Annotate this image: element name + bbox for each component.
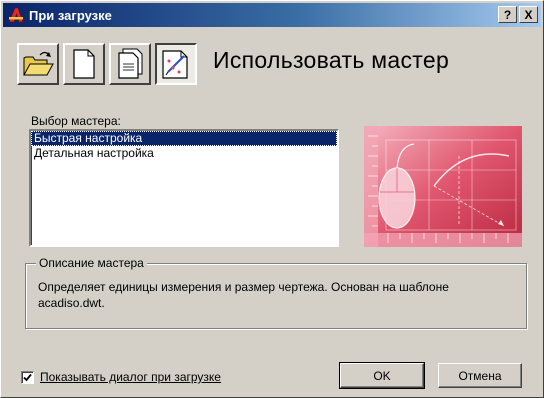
- use-wizard-button[interactable]: [155, 43, 197, 85]
- wizard-preview-image: [364, 126, 522, 247]
- list-item-advanced-setup[interactable]: Детальная настройка: [31, 146, 337, 161]
- window-title: При загрузке: [29, 7, 112, 23]
- wizard-listbox[interactable]: Быстрая настройка Детальная настройка: [29, 129, 339, 247]
- show-dialog-checkbox[interactable]: [21, 370, 34, 384]
- startup-mode-toolbar: [17, 43, 197, 85]
- show-dialog-option[interactable]: Показывать диалог при загрузке: [21, 370, 221, 384]
- list-item-quick-setup[interactable]: Быстрая настройка: [31, 131, 337, 146]
- template-document-icon: [118, 48, 143, 79]
- blank-document-icon: [73, 49, 95, 79]
- close-button[interactable]: X: [519, 6, 538, 23]
- title-bar[interactable]: При загрузке ? X: [3, 3, 541, 27]
- use-template-button[interactable]: [109, 43, 151, 85]
- wizard-description-group: Описание мастера Определяет единицы изме…: [25, 256, 527, 329]
- autocad-app-icon: [8, 7, 24, 23]
- page-title: Использовать мастер: [213, 47, 450, 73]
- startup-dialog: При загрузке ? X Использовать мастер Выб…: [0, 0, 544, 398]
- cancel-button[interactable]: Отмена: [438, 363, 522, 388]
- description-text: Определяет единицы измерения и размер че…: [38, 280, 449, 310]
- wizard-list-label: Выбор мастера:: [31, 114, 121, 128]
- start-from-scratch-button[interactable]: [63, 43, 105, 85]
- open-drawing-button[interactable]: [17, 43, 59, 85]
- open-folder-icon: [23, 51, 54, 76]
- wizard-icon: [162, 50, 188, 79]
- checkmark-icon: [23, 373, 32, 381]
- help-button[interactable]: ?: [498, 6, 517, 23]
- ok-button[interactable]: OK: [339, 362, 425, 389]
- show-dialog-label[interactable]: Показывать диалог при загрузке: [40, 370, 221, 384]
- description-title: Описание мастера: [36, 256, 147, 270]
